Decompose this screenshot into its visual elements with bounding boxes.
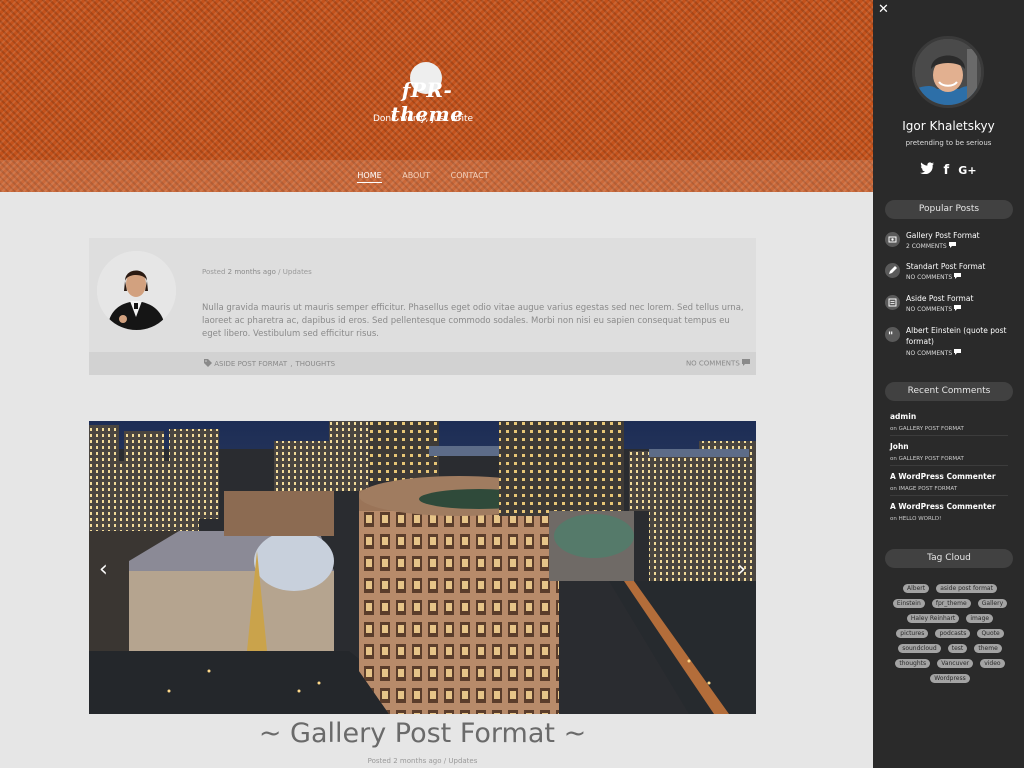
- tag-cloud-item[interactable]: Gallery: [977, 599, 1008, 608]
- tag-icon: [204, 359, 212, 369]
- popular-post-count: NO COMMENTS: [906, 305, 962, 313]
- recent-comment-item: John on GALLERY POST FORMAT: [890, 442, 1008, 466]
- comments-count: NO COMMENTS: [685, 359, 740, 368]
- nav-item-contact[interactable]: CONTACT: [451, 171, 489, 180]
- author-avatar: [97, 251, 176, 330]
- tag-cloud-item[interactable]: soundcloud: [898, 644, 941, 653]
- comment-post-link[interactable]: on GALLERY POST FORMAT: [890, 456, 1008, 462]
- profile-avatar: [912, 36, 984, 108]
- gallery-next-arrow[interactable]: ›: [737, 557, 746, 582]
- tag-link-aside[interactable]: ASIDE POST FORMAT: [214, 360, 287, 368]
- recent-comments-title: Recent Comments: [885, 382, 1013, 401]
- comment-author[interactable]: admin: [890, 412, 1008, 421]
- sidebar: ✕ Igor Khaletskyy pretending to be serio…: [873, 0, 1024, 768]
- tag-cloud-item[interactable]: fpr_theme: [931, 599, 971, 608]
- meta-separator: /: [443, 757, 447, 765]
- profile-name: Igor Khaletskyy: [902, 119, 995, 133]
- popular-posts-title: Popular Posts: [885, 200, 1013, 219]
- quote-icon: ": [885, 327, 900, 342]
- tag-cloud-item[interactable]: thoughts: [895, 659, 931, 668]
- social-links: f G+: [873, 159, 1024, 178]
- gallery-icon: [885, 232, 900, 247]
- popular-post-count: 2 COMMENTS: [906, 242, 956, 250]
- comment-icon: [948, 242, 956, 248]
- gallery-image: [89, 421, 756, 714]
- post-excerpt: Nulla gravida mauris ut mauris semper ef…: [202, 303, 744, 339]
- comment-icon: [954, 273, 962, 279]
- posted-date-link[interactable]: 2 months ago: [228, 268, 276, 276]
- main-nav: HOME ABOUT CONTACT: [0, 171, 846, 183]
- comment-post-link[interactable]: on GALLERY POST FORMAT: [890, 426, 1008, 432]
- popular-post-title[interactable]: Albert Einstein (quote post format): [906, 325, 1016, 347]
- posted-prefix: Posted: [202, 268, 226, 276]
- post-meta: Posted 2 months ago / Updates: [202, 268, 312, 276]
- recent-comment-item: A WordPress Commenter on HELLO WORLD!: [890, 502, 1008, 525]
- tag-cloud: Albert aside post format Einstein fpr_th…: [887, 579, 1013, 684]
- tag-cloud-item[interactable]: Haley Reinhart: [906, 614, 960, 623]
- tag-cloud-item[interactable]: theme: [974, 644, 1002, 653]
- comment-icon: [954, 305, 962, 311]
- comment-post-link[interactable]: on HELLO WORLD!: [890, 516, 1008, 522]
- tag-cloud-item[interactable]: aside post format: [936, 584, 997, 593]
- site-header: fPR-theme Don't worry, just write HOME A…: [0, 0, 873, 192]
- google-plus-icon[interactable]: G+: [958, 164, 976, 177]
- site-tagline: Don't worry, just write: [372, 114, 474, 124]
- tag-cloud-title: Tag Cloud: [885, 549, 1013, 568]
- pencil-icon: [885, 263, 900, 278]
- gallery-post-meta: Posted 2 months ago / Updates: [89, 757, 756, 765]
- tag-cloud-item[interactable]: pictures: [896, 629, 929, 638]
- nav-item-about[interactable]: ABOUT: [402, 171, 430, 180]
- profile-subtitle: pretending to be serious: [905, 139, 992, 147]
- comment-icon: [954, 349, 962, 355]
- author-photo-icon: [97, 251, 176, 330]
- tag-separator: ,: [290, 360, 293, 368]
- nav-item-home[interactable]: HOME: [357, 171, 382, 183]
- gallery-prev-arrow[interactable]: ‹: [99, 557, 108, 582]
- tag-cloud-item[interactable]: podcasts: [935, 629, 971, 638]
- posted-prefix: Posted: [367, 757, 392, 765]
- posted-date-link[interactable]: 2 months ago: [393, 757, 441, 765]
- tag-cloud-item[interactable]: image: [966, 614, 994, 623]
- twitter-icon[interactable]: [920, 159, 935, 178]
- category-link[interactable]: Updates: [448, 757, 477, 765]
- gallery-post-title[interactable]: ~ Gallery Post Format ~: [89, 718, 756, 749]
- comment-author[interactable]: A WordPress Commenter: [890, 472, 1008, 481]
- site-logo[interactable]: fPR-theme: [372, 62, 482, 126]
- recent-comment-item: A WordPress Commenter on IMAGE POST FORM…: [890, 472, 1008, 496]
- post-tags: ASIDE POST FORMAT, THOUGHTS: [204, 359, 335, 369]
- comment-author[interactable]: A WordPress Commenter: [890, 502, 1008, 511]
- popular-post-count: NO COMMENTS: [906, 349, 962, 357]
- gallery-slider[interactable]: ‹ ›: [89, 421, 756, 714]
- comment-author[interactable]: John: [890, 442, 1008, 451]
- svg-text:": ": [888, 331, 893, 342]
- post-footer: ASIDE POST FORMAT, THOUGHTS NO COMMENTS: [89, 352, 756, 375]
- recent-comment-item: admin on GALLERY POST FORMAT: [890, 412, 1008, 436]
- tag-cloud-item[interactable]: video: [980, 659, 1005, 668]
- popular-post-title[interactable]: Gallery Post Format: [906, 230, 1016, 241]
- tag-cloud-item[interactable]: Vancuver: [937, 659, 974, 668]
- category-link[interactable]: Updates: [283, 268, 312, 276]
- note-icon: [885, 295, 900, 310]
- tag-cloud-item[interactable]: Einstein: [892, 599, 925, 608]
- profile-photo-icon: [915, 39, 981, 105]
- popular-post-title[interactable]: Standart Post Format: [906, 261, 1016, 272]
- popular-post-title[interactable]: Aside Post Format: [906, 293, 1016, 304]
- tag-link-thoughts[interactable]: THOUGHTS: [295, 360, 335, 368]
- tag-cloud-item[interactable]: Albert: [903, 584, 930, 593]
- tag-cloud-item[interactable]: Quote: [977, 629, 1004, 638]
- close-sidebar-icon[interactable]: ✕: [878, 2, 889, 17]
- meta-separator: /: [278, 268, 281, 276]
- comment-post-link[interactable]: on IMAGE POST FORMAT: [890, 486, 1008, 492]
- comment-icon: [742, 359, 750, 368]
- tag-cloud-item[interactable]: Wordpress: [930, 674, 970, 683]
- comments-link[interactable]: NO COMMENTS: [686, 359, 750, 368]
- tag-cloud-item[interactable]: test: [947, 644, 968, 653]
- aside-post-card: Posted 2 months ago / Updates Nulla grav…: [89, 238, 756, 375]
- popular-post-count: NO COMMENTS: [906, 273, 962, 281]
- facebook-icon[interactable]: f: [944, 163, 950, 178]
